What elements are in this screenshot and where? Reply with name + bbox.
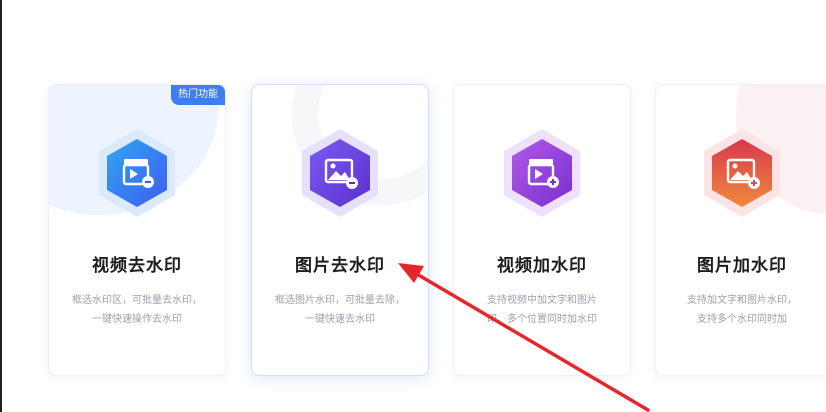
card-video-add-watermark[interactable]: 视频加水印 支持视频中加文字和图片 印，多个位置同时加水印: [453, 84, 631, 376]
window-edge: [0, 0, 2, 412]
video-clapper-minus-icon: [97, 129, 177, 217]
card-description: 框选水印区，可批量去水印， 一键快速操作去水印: [59, 291, 215, 329]
image-plus-icon: [702, 129, 782, 217]
hot-feature-badge: 热门功能: [171, 85, 225, 105]
card-description: 支持视频中加文字和图片 印，多个位置同时加水印: [464, 291, 620, 329]
card-video-remove-watermark[interactable]: 热门功能 视频去水印 框选水印区，可批量去水印， 一键快速操作去水印: [48, 84, 226, 376]
card-desc-line: 一键快速操作去水印: [92, 314, 182, 325]
card-desc-line: 一键快速去水印: [305, 314, 375, 325]
card-title: 视频加水印: [497, 256, 587, 276]
card-description: 框选图片水印，可批量去除， 一键快速去水印: [262, 291, 418, 329]
card-title: 图片去水印: [295, 256, 385, 276]
card-image-remove-watermark[interactable]: 图片去水印 框选图片水印，可批量去除， 一键快速去水印: [251, 84, 429, 376]
card-desc-line: 框选图片水印，可批量去除，: [275, 295, 405, 306]
card-desc-line: 支持视频中加文字和图片: [487, 295, 597, 306]
card-desc-line: 框选水印区，可批量去水印，: [72, 295, 202, 306]
card-desc-line: 支持加文字和图片水印，: [687, 295, 797, 306]
card-desc-line: 印，多个位置同时加水印: [487, 314, 597, 325]
video-clapper-plus-icon: [502, 129, 582, 217]
card-image-add-watermark[interactable]: 图片加水印 支持加文字和图片水印， 支持多个水印同时加: [655, 84, 826, 376]
card-title: 视频去水印: [92, 256, 182, 276]
card-description: 支持加文字和图片水印， 支持多个水印同时加: [666, 291, 818, 329]
card-desc-line: 支持多个水印同时加: [697, 314, 787, 325]
image-minus-icon: [300, 129, 380, 217]
card-title: 图片加水印: [697, 256, 787, 276]
